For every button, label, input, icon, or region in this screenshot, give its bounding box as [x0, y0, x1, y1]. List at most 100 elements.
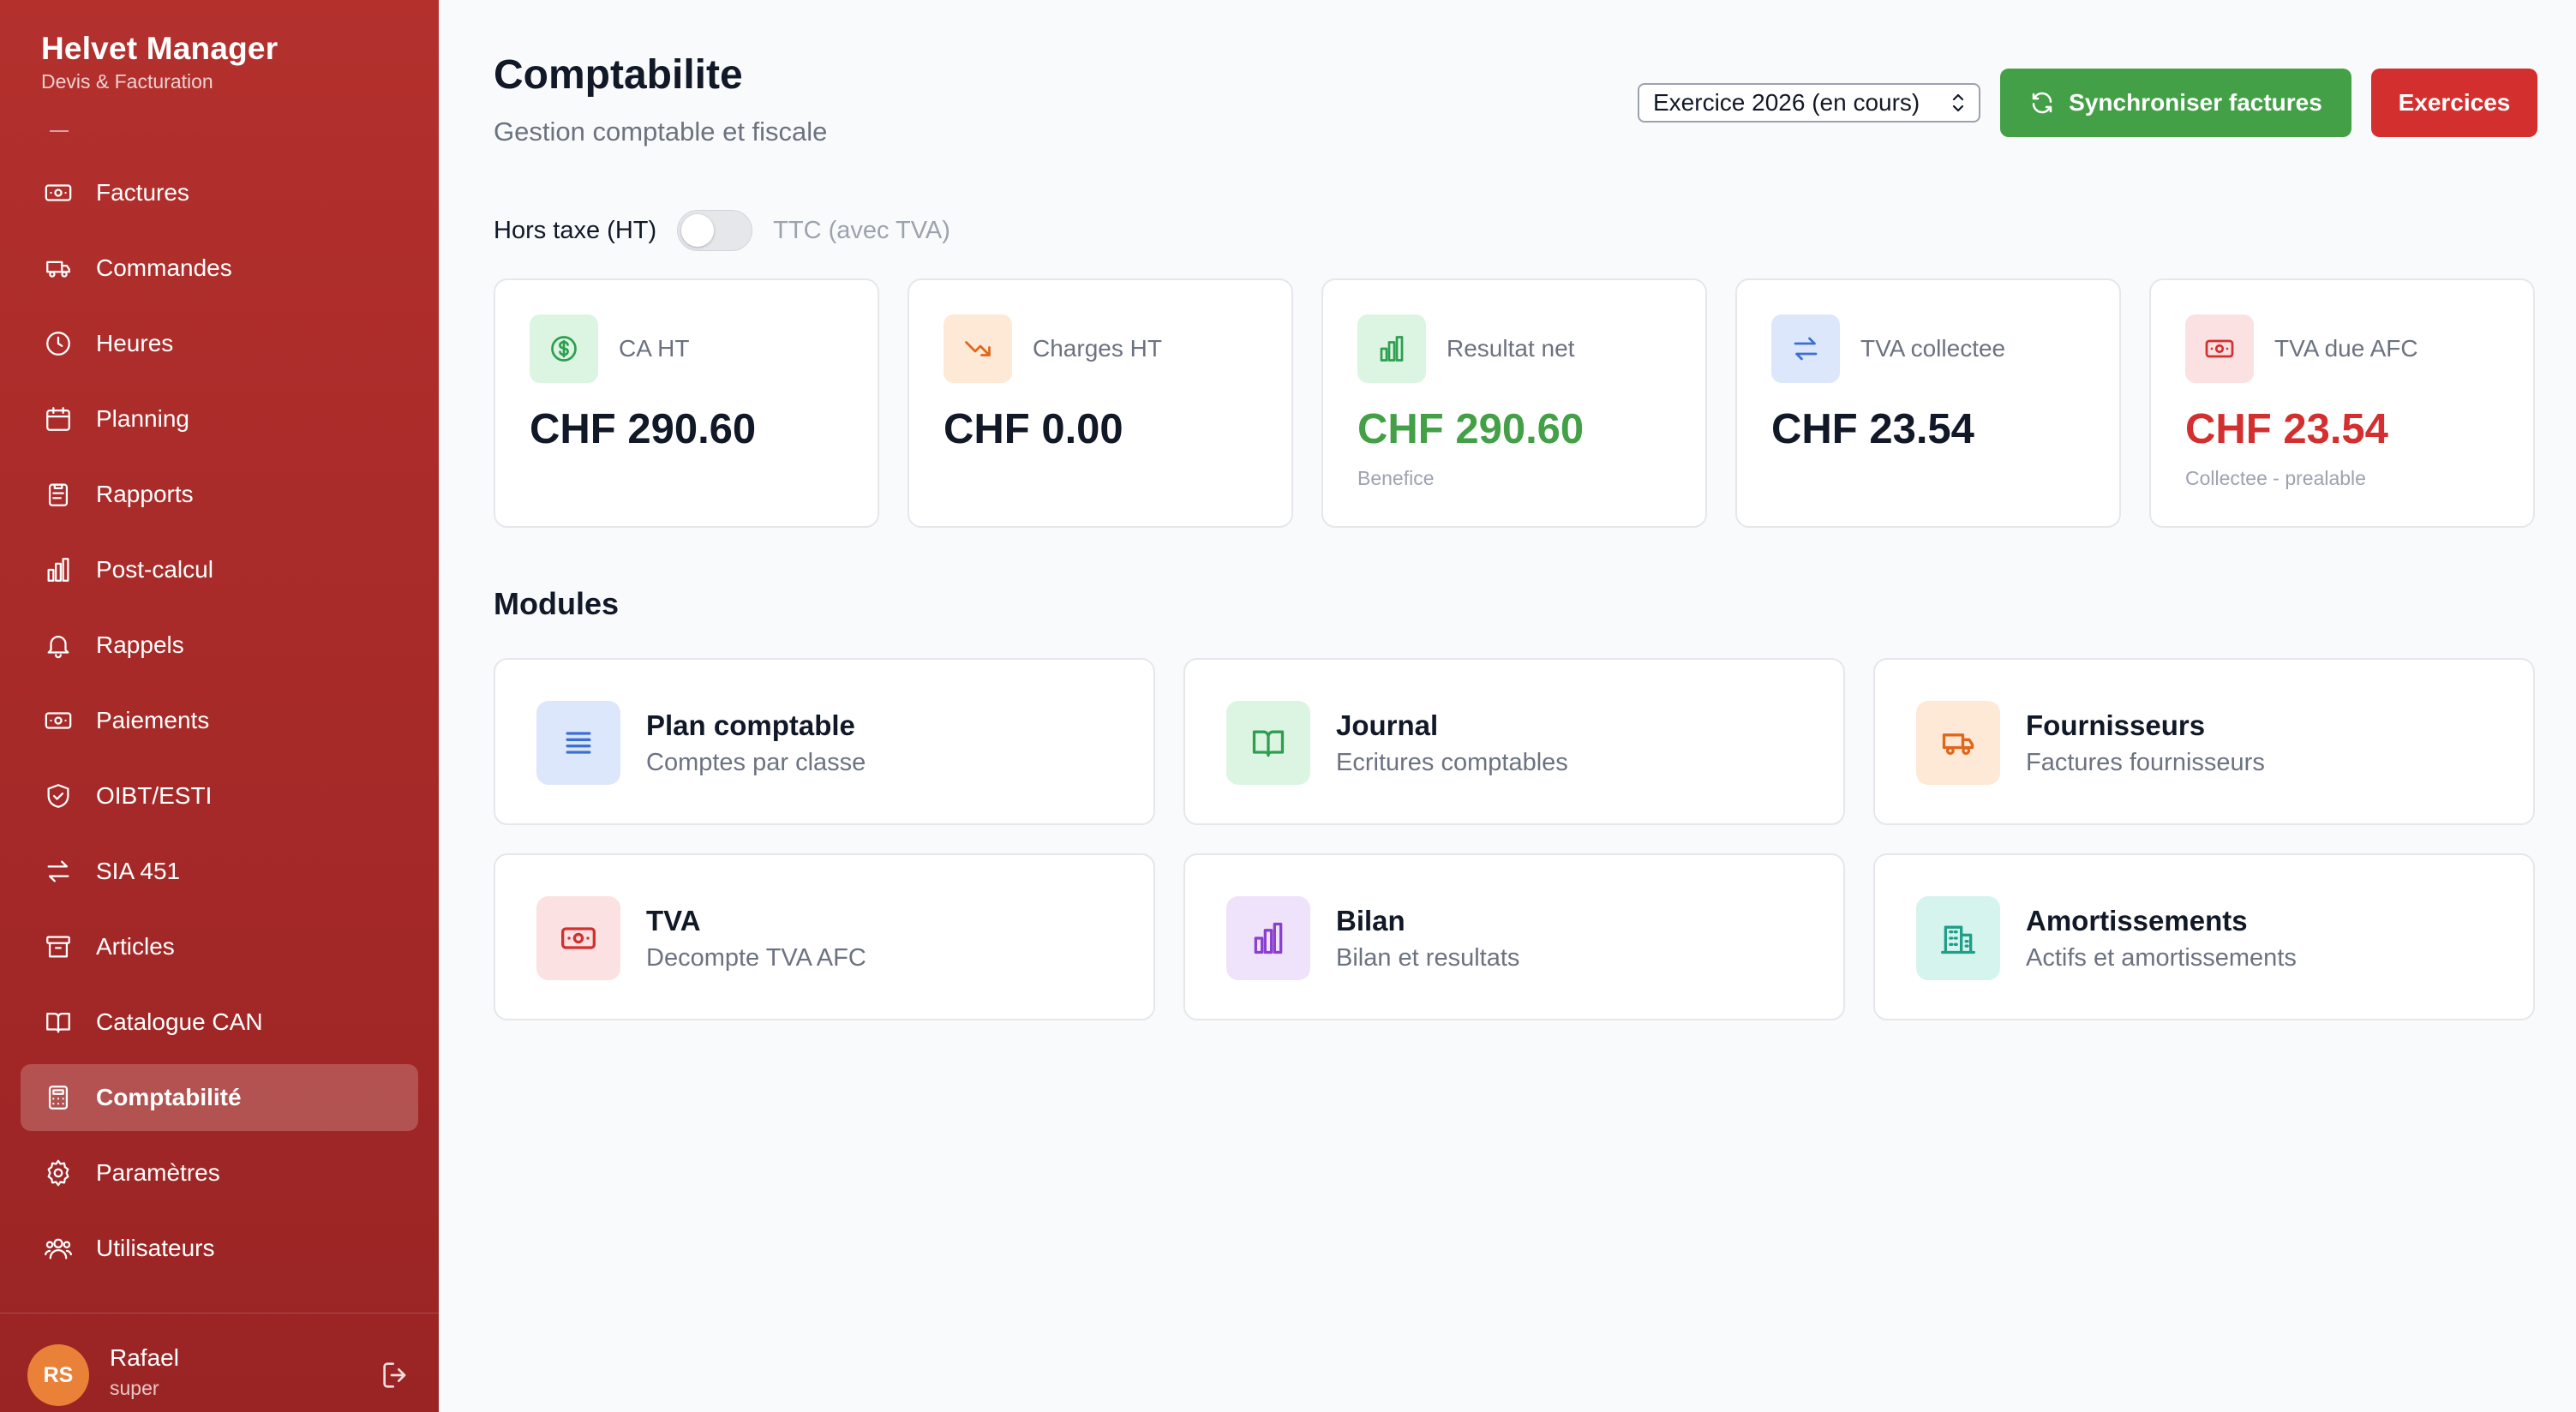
module-card-tva[interactable]: TVA Decompte TVA AFC — [494, 853, 1155, 1020]
sidebar-item-commandes[interactable]: Commandes — [21, 235, 418, 302]
sidebar-item-post-calcul[interactable]: Post-calcul — [21, 536, 418, 603]
sidebar-item-label: Articles — [96, 933, 175, 960]
sidebar-item-oibt-esti[interactable]: OIBT/ESTI — [21, 763, 418, 829]
banknote-icon — [2185, 314, 2254, 383]
app-window: Helvet Manager Devis & Facturation Factu… — [0, 0, 2576, 1412]
sidebar-item-label: Comptabilité — [96, 1084, 242, 1110]
kpi-label: Resultat net — [1447, 335, 1575, 362]
module-card-bilan[interactable]: Bilan Bilan et resultats — [1183, 853, 1845, 1020]
module-subtitle: Comptes par classe — [646, 749, 866, 776]
arrows-exchange-icon — [41, 854, 75, 888]
sidebar-item-parametres[interactable]: Paramètres — [21, 1140, 418, 1206]
refresh-icon — [2032, 92, 2052, 114]
module-card-fournisseurs[interactable]: Fournisseurs Factures fournisseurs — [1873, 658, 2535, 825]
toggle-label-ttc: TTC (avec TVA) — [773, 216, 950, 244]
module-card-amortissements[interactable]: Amortissements Actifs et amortissements — [1873, 853, 2535, 1020]
kpi-note: Benefice — [1357, 467, 1435, 489]
sidebar-nav[interactable]: Factures Commandes Heures Planning Rappo… — [0, 111, 439, 1294]
archive-icon — [41, 930, 75, 964]
arrows-exchange-icon — [1771, 314, 1840, 383]
sidebar-item-label: Commandes — [96, 254, 232, 281]
toggle-knob — [681, 214, 715, 247]
user-role: super — [110, 1377, 159, 1399]
sidebar-item-label: Utilisateurs — [96, 1235, 215, 1261]
kpi-card-tva-collectee: TVA collectee CHF 23.54 — [1735, 278, 2121, 528]
sidebar-item-label: Catalogue CAN — [96, 1008, 263, 1035]
building-icon — [1916, 896, 2000, 980]
sync-invoices-button[interactable]: Synchroniser factures — [2000, 69, 2351, 137]
bell-icon — [41, 628, 75, 662]
sidebar-item-planning[interactable]: Planning — [21, 386, 418, 452]
kpi-label: Charges HT — [1033, 335, 1162, 362]
sidebar-item-label: Planning — [96, 405, 189, 432]
sidebar-item-paiements[interactable]: Paiements — [21, 687, 418, 754]
toggle-label-ht: Hors taxe (HT) — [494, 216, 657, 244]
sidebar-item-rapports[interactable]: Rapports — [21, 461, 418, 528]
bar-chart-icon — [41, 553, 75, 587]
kpi-value: CHF 23.54 — [2185, 406, 2388, 452]
module-card-journal[interactable]: Journal Ecritures comptables — [1183, 658, 1845, 825]
kpi-value: CHF 0.00 — [944, 406, 1123, 452]
shield-check-icon — [41, 779, 75, 813]
updown-chevron-icon — [1952, 93, 1964, 112]
kpi-note: Collectee - prealable — [2185, 467, 2366, 489]
scroll-clipped-item — [50, 130, 69, 132]
kpi-value: CHF 290.60 — [530, 406, 757, 452]
user-name: Rafael — [110, 1344, 179, 1371]
sync-invoices-label: Synchroniser factures — [2069, 89, 2322, 116]
tax-mode-toggle[interactable] — [677, 210, 753, 251]
bar-chart-icon — [1226, 896, 1310, 980]
sidebar-item-label: Rapports — [96, 481, 194, 507]
logout-icon[interactable] — [379, 1358, 413, 1392]
sidebar-item-catalogue-can[interactable]: Catalogue CAN — [21, 989, 418, 1056]
avatar[interactable]: RS — [27, 1344, 89, 1406]
truck-icon — [41, 251, 75, 285]
fiscal-year-value: Exercice 2026 (en cours) — [1653, 89, 1920, 116]
brand-subtitle: Devis & Facturation — [41, 70, 213, 93]
trending-down-icon — [944, 314, 1012, 383]
user-panel: RS Rafael super — [0, 1313, 439, 1412]
kpi-label: TVA collectee — [1860, 335, 2006, 362]
page-subtitle: Gestion comptable et fiscale — [494, 117, 828, 147]
tax-mode-toggle-row: Hors taxe (HT) TTC (avec TVA) — [494, 209, 950, 252]
sidebar-item-label: SIA 451 — [96, 858, 181, 884]
book-open-icon — [1226, 701, 1310, 785]
module-subtitle: Actifs et amortissements — [2026, 944, 2297, 972]
clock-icon — [41, 326, 75, 361]
sidebar-item-rappels[interactable]: Rappels — [21, 612, 418, 679]
banknote-icon — [41, 176, 75, 210]
module-title: Fournisseurs — [2026, 709, 2206, 741]
gear-icon — [41, 1156, 75, 1190]
truck-icon — [1916, 701, 2000, 785]
calendar-icon — [41, 402, 75, 436]
exercices-button[interactable]: Exercices — [2371, 69, 2537, 137]
sidebar-item-sia-451[interactable]: SIA 451 — [21, 838, 418, 905]
sidebar-item-label: Factures — [96, 179, 189, 206]
sidebar-item-factures[interactable]: Factures — [21, 159, 418, 226]
sidebar-item-utilisateurs[interactable]: Utilisateurs — [21, 1215, 418, 1282]
sidebar-item-label: Rappels — [96, 631, 184, 658]
brand-title: Helvet Manager — [41, 31, 279, 66]
fiscal-year-select[interactable]: Exercice 2026 (en cours) — [1638, 83, 1980, 123]
sidebar-item-label: Paramètres — [96, 1159, 220, 1186]
main-content: Comptabilite Gestion comptable et fiscal… — [439, 0, 2576, 1412]
module-card-plan-comptable[interactable]: Plan comptable Comptes par classe — [494, 658, 1155, 825]
module-title: Amortissements — [2026, 905, 2248, 936]
sidebar: Helvet Manager Devis & Facturation Factu… — [0, 0, 439, 1412]
sidebar-item-comptabilite[interactable]: Comptabilité — [21, 1064, 418, 1131]
banknote-icon — [536, 896, 620, 980]
kpi-card-ca-ht: CA HT CHF 290.60 — [494, 278, 879, 528]
sidebar-item-heures[interactable]: Heures — [21, 310, 418, 377]
module-title: Bilan — [1336, 905, 1405, 936]
sidebar-item-articles[interactable]: Articles — [21, 913, 418, 980]
brand[interactable]: Helvet Manager Devis & Facturation — [41, 31, 278, 93]
kpi-value: CHF 23.54 — [1771, 406, 1974, 452]
kpi-value: CHF 290.60 — [1357, 406, 1585, 452]
users-icon — [41, 1231, 75, 1265]
sidebar-item-label: Heures — [96, 330, 174, 356]
list-icon — [536, 701, 620, 785]
kpi-card-tva-due-afc: TVA due AFC CHF 23.54 Collectee - preala… — [2149, 278, 2535, 528]
kpi-label: CA HT — [619, 335, 690, 362]
module-title: TVA — [646, 905, 701, 936]
module-subtitle: Factures fournisseurs — [2026, 749, 2265, 776]
